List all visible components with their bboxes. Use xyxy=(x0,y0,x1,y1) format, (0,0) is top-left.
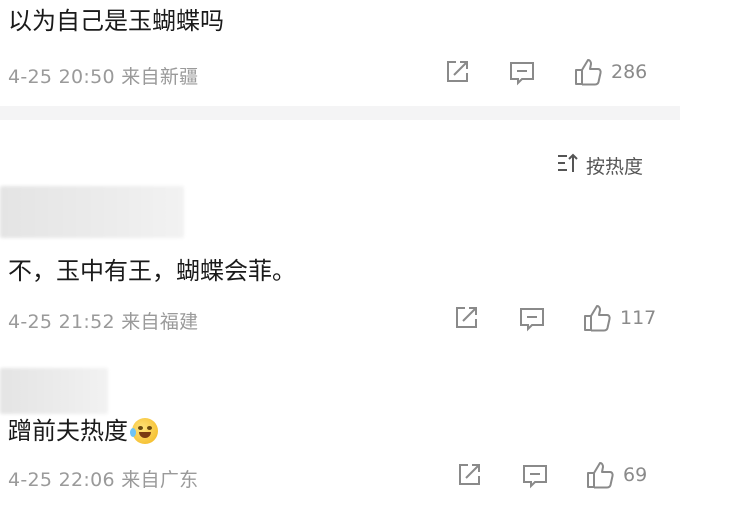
share-button[interactable] xyxy=(444,59,470,85)
comment-meta: 4-25 20:50 来自新疆 xyxy=(8,66,199,88)
comment-button[interactable] xyxy=(508,60,536,86)
like-button[interactable]: 117 xyxy=(582,303,656,333)
share-icon xyxy=(453,305,479,331)
avatar-redacted[interactable] xyxy=(0,368,108,414)
thumbs-up-icon xyxy=(582,303,612,333)
comment-icon xyxy=(521,463,549,489)
avatar-redacted[interactable] xyxy=(0,186,184,238)
laugh-cry-emoji xyxy=(130,418,158,444)
comment-meta: 4-25 21:52 来自福建 xyxy=(8,311,199,333)
comment-text: 不，玉中有王，蝴蝶会菲。 xyxy=(8,257,296,285)
comment-text: 蹭前夫热度 xyxy=(8,417,128,445)
comment-meta: 4-25 22:06 来自广东 xyxy=(8,469,199,491)
share-icon xyxy=(456,462,482,488)
sort-label: 按热度 xyxy=(586,156,644,178)
comment-button[interactable] xyxy=(521,463,549,489)
section-divider xyxy=(0,106,680,120)
thumbs-up-icon xyxy=(573,57,603,87)
share-icon xyxy=(444,59,470,85)
comment-icon xyxy=(508,60,536,86)
comment-button[interactable] xyxy=(518,306,546,332)
thumbs-up-icon xyxy=(585,460,615,490)
comment-text: 以为自己是玉蝴蝶吗 xyxy=(8,7,224,35)
like-count: 117 xyxy=(620,307,657,329)
like-count: 69 xyxy=(623,464,648,486)
share-button[interactable] xyxy=(453,305,479,331)
like-button[interactable]: 69 xyxy=(585,460,647,490)
comment-text-row: 蹭前夫热度 xyxy=(8,416,158,446)
share-button[interactable] xyxy=(456,462,482,488)
like-button[interactable]: 286 xyxy=(573,57,647,87)
like-count: 286 xyxy=(611,61,648,83)
sort-by-hot-button[interactable]: 按热度 xyxy=(556,152,643,179)
sort-icon xyxy=(556,152,586,179)
comment-icon xyxy=(518,306,546,332)
